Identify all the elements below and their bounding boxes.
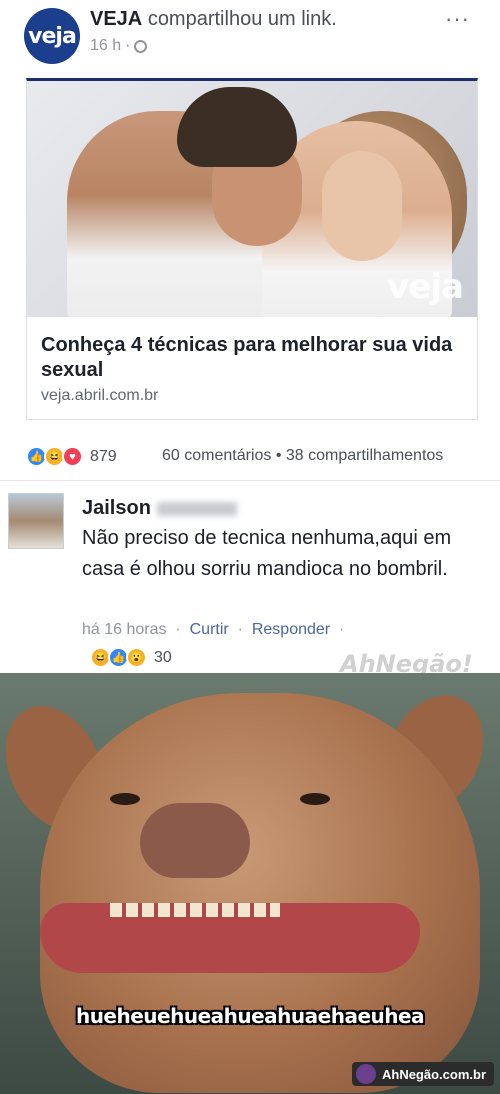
dog-eye-left (110, 793, 140, 805)
more-options-icon[interactable]: ··· (445, 6, 470, 32)
comment-reaction-count: 30 (154, 648, 172, 666)
reaction-summary[interactable]: 👍 😆 ♥ 879 (26, 446, 117, 467)
image-woman-face (322, 151, 402, 261)
wow-reaction-icon: 😮 (126, 647, 147, 668)
commenter-avatar[interactable] (8, 493, 64, 549)
commenter-name[interactable]: Jailson (82, 497, 151, 519)
meta-dot: · (125, 37, 131, 54)
footer-watermark-text: AhNegão.com.br (381, 1066, 486, 1082)
comment: Jailson Não preciso de tecnica nenhuma,a… (0, 481, 500, 673)
dog-head (40, 693, 480, 1093)
comment-text: Não preciso de tecnica nenhuma,aqui em c… (82, 527, 452, 580)
post-action: compartilhou um link. (147, 8, 337, 30)
globe-icon (134, 39, 148, 53)
ahnegao-logo-icon (355, 1064, 376, 1084)
page-avatar-logo: veja (28, 23, 77, 49)
link-domain: veja.abril.com.br (41, 387, 159, 404)
blurred-surname (156, 501, 237, 516)
comments-shares-summary[interactable]: 60 comentários • 38 compartilhamentos (162, 447, 443, 465)
post-meta: 16 h · (90, 37, 148, 55)
love-reaction-icon: ♥ (62, 446, 83, 467)
reply-comment-button[interactable]: Responder (252, 621, 330, 638)
page-avatar[interactable]: veja (24, 8, 80, 64)
image-man-hair (177, 87, 297, 167)
dog-eye-right (300, 793, 330, 805)
reaction-count: 879 (90, 447, 117, 465)
dog-nose (140, 803, 250, 878)
post-time[interactable]: 16 h (90, 37, 121, 55)
comment-meta: há 16 horas · Curtir · Responder · (82, 621, 345, 638)
link-card[interactable]: veja Conheça 4 técnicas para melhorar su… (26, 78, 478, 420)
comment-reactions[interactable]: 😆 👍 😮 30 (90, 647, 172, 668)
comment-time[interactable]: há 16 horas (82, 621, 167, 638)
post-header: VEJA compartilhou um link. (90, 8, 337, 31)
meme-caption: hueheuehueahueahuaehaeuhea (75, 1004, 425, 1028)
like-comment-button[interactable]: Curtir (190, 621, 229, 638)
link-title[interactable]: Conheça 4 técnicas para melhorar sua vid… (41, 333, 461, 383)
meme-image (0, 673, 500, 1094)
footer-watermark: AhNegão.com.br (351, 1062, 494, 1086)
commenter-name-row: Jailson (82, 497, 237, 520)
dog-teeth (110, 903, 280, 917)
image-veja-watermark: veja (387, 267, 464, 307)
facebook-post: veja VEJA compartilhou um link. 16 h · ·… (0, 0, 500, 480)
link-image[interactable]: veja (27, 81, 477, 317)
page-name[interactable]: VEJA (90, 8, 142, 30)
